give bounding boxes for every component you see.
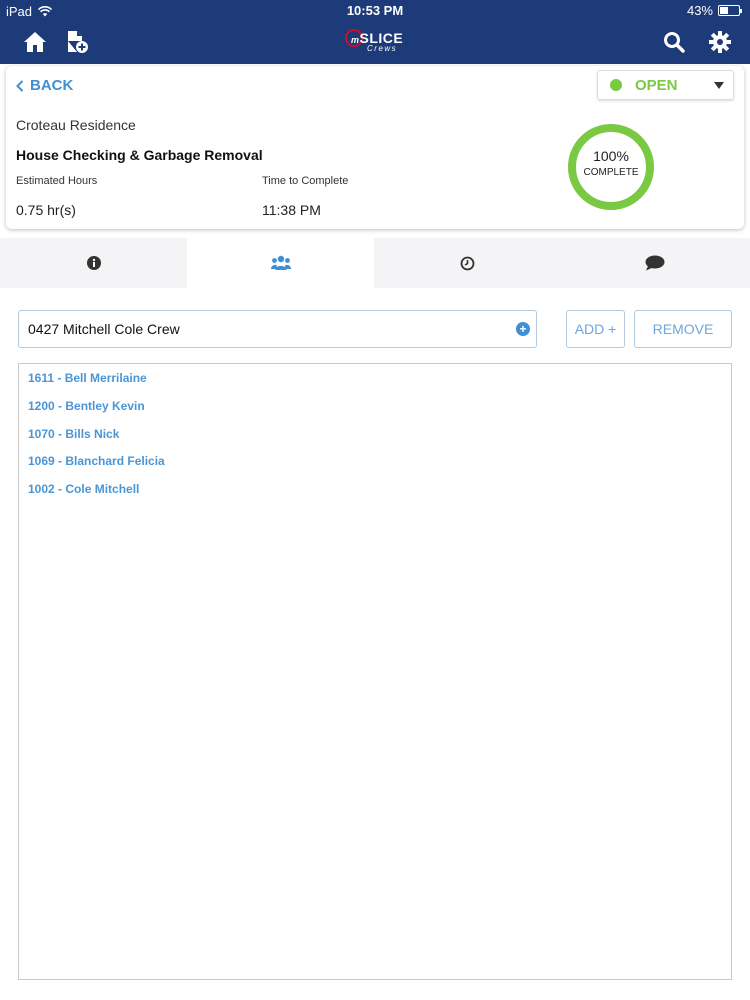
status-time: 10:53 PM — [346, 3, 404, 18]
detail-tabs — [0, 238, 750, 288]
battery-icon — [718, 5, 742, 16]
estimated-hours-value: 0.75 hr(s) — [16, 202, 76, 218]
progress-ring: 100% COMPLETE — [566, 122, 656, 212]
crew-member-item[interactable]: 1070 - Bills Nick — [28, 427, 119, 441]
crew-member-item[interactable]: 1200 - Bentley Kevin — [28, 399, 145, 413]
home-icon[interactable] — [23, 30, 47, 54]
estimated-hours-label: Estimated Hours — [16, 175, 98, 187]
battery-percent: 43% — [686, 3, 713, 18]
customer-name: Croteau Residence — [16, 117, 136, 133]
tab-crew[interactable] — [187, 238, 374, 288]
crew-users-icon — [270, 255, 291, 270]
progress-percent: 100% — [593, 148, 629, 164]
back-button[interactable]: BACK — [16, 77, 73, 94]
crew-members-list[interactable]: 1611 - Bell Merrilaine 1200 - Bentley Kev… — [18, 363, 732, 980]
app-logo: mSLICE Crews — [345, 27, 407, 55]
job-title: House Checking & Garbage Removal — [16, 147, 263, 163]
crew-select-value: 0427 Mitchell Cole Crew — [28, 321, 180, 337]
info-icon — [86, 256, 101, 270]
status-right: 43% — [686, 3, 742, 18]
gear-icon[interactable] — [708, 30, 732, 54]
job-status-dropdown[interactable]: OPEN — [597, 70, 734, 100]
status-dot-icon — [610, 79, 622, 91]
crew-select[interactable]: 0427 Mitchell Cole Crew + — [18, 310, 537, 348]
logo-prefix: m — [351, 35, 360, 45]
new-document-icon[interactable] — [65, 30, 89, 54]
remove-crew-button[interactable]: REMOVE — [634, 310, 732, 348]
search-icon[interactable] — [662, 30, 686, 54]
tab-info[interactable] — [0, 238, 187, 288]
clock-icon — [460, 256, 475, 270]
top-navigation-bar: iPad 10:53 PM 43% mSLICE Crews — [0, 0, 750, 64]
status-bar: iPad 10:53 PM 43% — [0, 0, 750, 22]
back-label: BACK — [30, 77, 74, 94]
caret-down-icon — [714, 82, 724, 89]
job-header-card: BACK OPEN Croteau Residence House Checki… — [6, 66, 744, 229]
time-to-complete-value: 11:38 PM — [262, 202, 321, 218]
comment-icon — [645, 255, 664, 271]
crew-member-item[interactable]: 1069 - Blanchard Felicia — [28, 454, 165, 468]
crew-member-item[interactable]: 1611 - Bell Merrilaine — [28, 371, 147, 385]
status-label: OPEN — [635, 76, 678, 94]
progress-caption: COMPLETE — [583, 167, 639, 178]
plus-circle-icon: + — [516, 322, 530, 336]
crew-member-item[interactable]: 1002 - Cole Mitchell — [28, 482, 139, 496]
time-to-complete-label: Time to Complete — [262, 175, 349, 187]
tab-time[interactable] — [374, 238, 561, 288]
logo-sub: Crews — [367, 44, 398, 53]
add-crew-button[interactable]: ADD + — [566, 310, 625, 348]
chevron-left-icon — [16, 79, 24, 92]
tab-comments[interactable] — [561, 238, 748, 288]
